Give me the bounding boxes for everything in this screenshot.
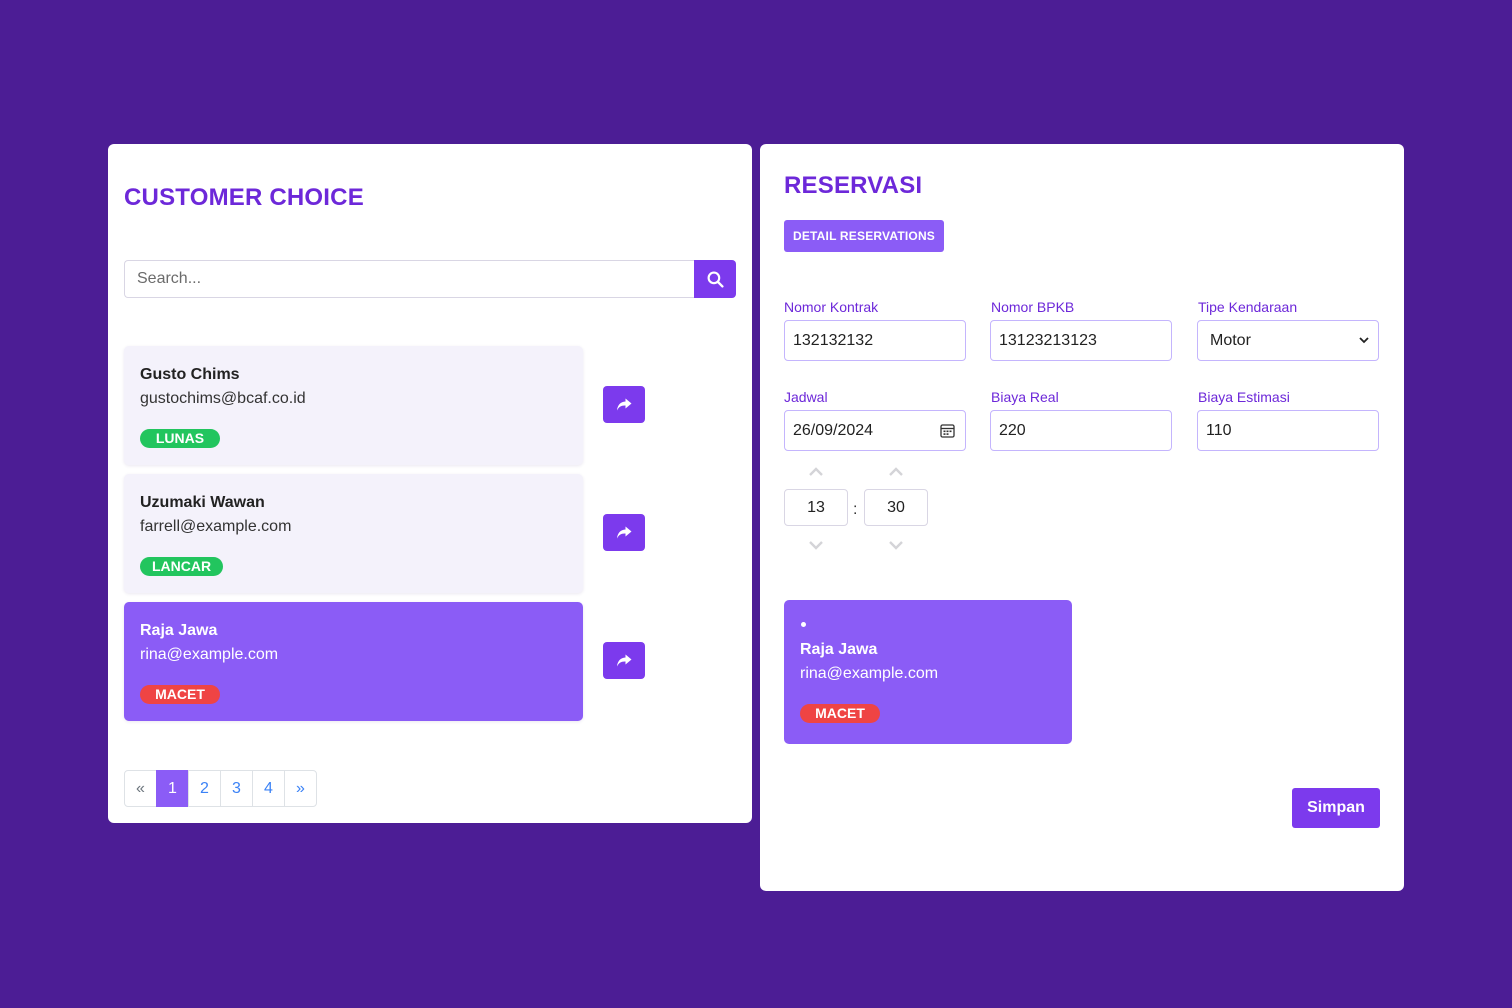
status-badge: LANCAR xyxy=(140,557,224,576)
search-button[interactable] xyxy=(694,260,736,298)
biaya-real-value: 220 xyxy=(999,421,1026,439)
select-customer-button[interactable] xyxy=(603,642,645,679)
minute-increment-icon[interactable] xyxy=(888,466,904,478)
tipe-kendaraan-select[interactable]: Motor xyxy=(1197,320,1379,361)
select-customer-button[interactable] xyxy=(603,386,645,423)
search-input[interactable] xyxy=(124,260,694,298)
minute-value: 30 xyxy=(887,498,905,516)
pagination-page-1[interactable]: 1 xyxy=(156,770,189,807)
biaya-estimasi-input[interactable]: 110 xyxy=(1197,410,1379,451)
bullet-icon xyxy=(801,622,806,627)
pagination-prev[interactable]: « xyxy=(124,770,157,807)
save-button[interactable]: Simpan xyxy=(1292,788,1380,828)
hour-increment-icon[interactable] xyxy=(808,466,824,478)
customer-choice-panel: CUSTOMER CHOICE Gusto Chims gustochims@b… xyxy=(108,144,752,823)
pagination-page-2[interactable]: 2 xyxy=(188,770,221,807)
selected-customer-email: rina@example.com xyxy=(800,665,939,682)
status-badge: LUNAS xyxy=(140,429,220,448)
nomor-kontrak-input[interactable]: 132132132 xyxy=(784,320,966,361)
jadwal-value: 26/09/2024 xyxy=(793,421,874,439)
customer-email: farrell@example.com xyxy=(140,518,292,535)
calendar-icon[interactable] xyxy=(940,423,955,438)
status-badge: MACET xyxy=(800,704,880,723)
hour-decrement-icon[interactable] xyxy=(808,539,824,551)
selected-customer-name: Raja Jawa xyxy=(800,641,878,658)
detail-reservations-button[interactable]: DETAIL RESERVATIONS xyxy=(784,220,944,252)
minute-input[interactable]: 30 xyxy=(864,489,928,526)
share-forward-icon xyxy=(617,526,632,538)
hour-value: 13 xyxy=(807,498,825,516)
hour-input[interactable]: 13 xyxy=(784,489,848,526)
nomor-bpkb-label: Nomor BPKB xyxy=(991,299,1075,315)
customer-card[interactable]: Gusto Chims gustochims@bcaf.co.id LUNAS xyxy=(124,346,583,465)
nomor-bpkb-value: 13123213123 xyxy=(999,331,1097,349)
search-bar xyxy=(124,260,736,298)
search-icon xyxy=(707,271,724,288)
customer-name: Uzumaki Wawan xyxy=(140,494,265,511)
customer-email: gustochims@bcaf.co.id xyxy=(140,390,306,407)
biaya-real-input[interactable]: 220 xyxy=(990,410,1172,451)
customer-email: rina@example.com xyxy=(140,646,279,663)
time-separator: : xyxy=(853,501,858,518)
customer-name: Gusto Chims xyxy=(140,366,240,383)
select-customer-button[interactable] xyxy=(603,514,645,551)
pagination: « 1 2 3 4 » xyxy=(124,770,317,807)
share-forward-icon xyxy=(617,654,632,666)
reservation-panel: RESERVASI DETAIL RESERVATIONS Nomor Kont… xyxy=(760,144,1404,891)
jadwal-label: Jadwal xyxy=(784,389,828,405)
minute-decrement-icon[interactable] xyxy=(888,539,904,551)
tipe-kendaraan-label: Tipe Kendaraan xyxy=(1198,299,1298,315)
jadwal-date-input[interactable]: 26/09/2024 xyxy=(784,410,966,451)
chevron-down-icon xyxy=(1359,337,1369,344)
share-forward-icon xyxy=(617,398,632,410)
customer-choice-title: CUSTOMER CHOICE xyxy=(124,184,364,211)
nomor-bpkb-input[interactable]: 13123213123 xyxy=(990,320,1172,361)
customer-card[interactable]: Uzumaki Wawan farrell@example.com LANCAR xyxy=(124,474,583,593)
pagination-page-3[interactable]: 3 xyxy=(220,770,253,807)
biaya-real-label: Biaya Real xyxy=(991,389,1059,405)
nomor-kontrak-value: 132132132 xyxy=(793,331,874,349)
selected-customer-card: Raja Jawa rina@example.com MACET xyxy=(784,600,1072,744)
pagination-next[interactable]: » xyxy=(284,770,317,807)
status-badge: MACET xyxy=(140,685,220,704)
biaya-estimasi-label: Biaya Estimasi xyxy=(1198,389,1290,405)
nomor-kontrak-label: Nomor Kontrak xyxy=(784,299,879,315)
pagination-page-4[interactable]: 4 xyxy=(252,770,285,807)
biaya-estimasi-value: 110 xyxy=(1206,421,1232,439)
customer-name: Raja Jawa xyxy=(140,622,218,639)
reservation-title: RESERVASI xyxy=(784,172,923,199)
customer-card-selected[interactable]: Raja Jawa rina@example.com MACET xyxy=(124,602,583,721)
tipe-kendaraan-value: Motor xyxy=(1210,331,1251,349)
